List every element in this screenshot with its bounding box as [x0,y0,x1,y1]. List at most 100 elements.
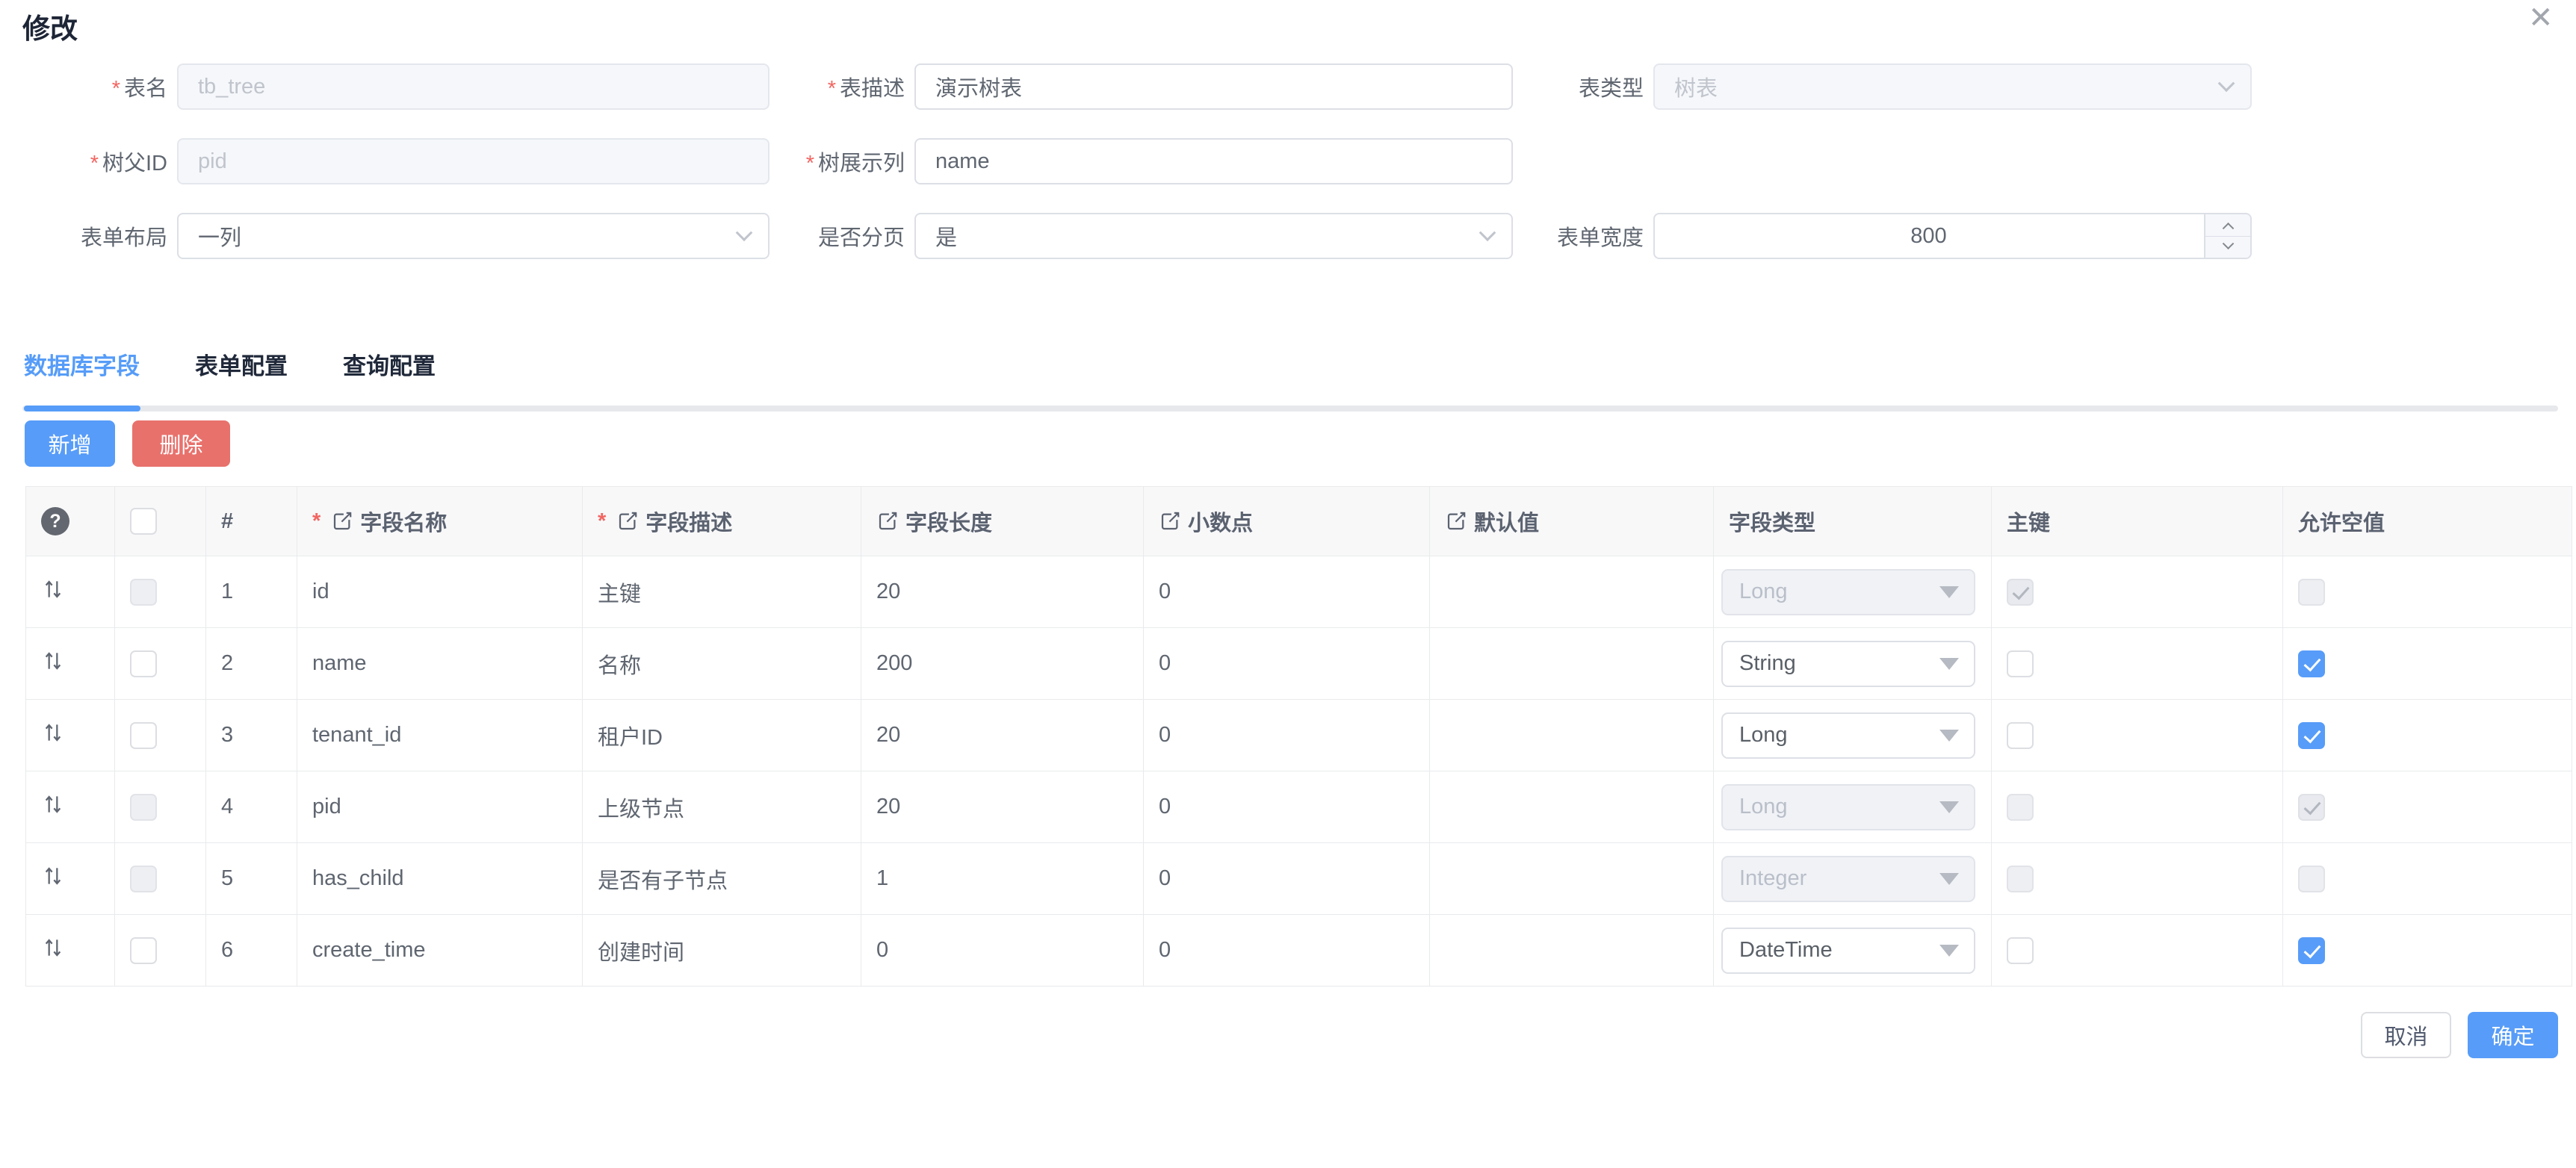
confirm-button[interactable]: 确定 [2468,1012,2558,1058]
field-length-cell[interactable]: 20 [861,771,1144,843]
field-name-cell[interactable]: id [297,556,583,628]
decrement-button[interactable] [2205,237,2250,258]
allow-null-checkbox[interactable] [2298,650,2325,677]
allow-null-checkbox[interactable] [2298,579,2325,606]
allow-null-checkbox[interactable] [2298,722,2325,749]
drag-handle-cell [26,771,115,843]
default-value-cell[interactable] [1430,771,1714,843]
default-value-cell[interactable] [1430,700,1714,771]
sort-handle-icon[interactable] [41,577,65,601]
field-desc-cell[interactable]: 租户ID [583,700,861,771]
pagination-select[interactable]: 是 [914,213,1513,259]
field-type-select[interactable]: Long [1721,712,1975,759]
decimal-cell[interactable]: 0 [1144,700,1430,771]
drag-handle-cell [26,915,115,987]
default-value-cell[interactable] [1430,915,1714,987]
sort-handle-icon[interactable] [41,936,65,960]
tab-database-fields[interactable]: 数据库字段 [24,347,140,381]
form-layout-select[interactable]: 一列 [177,213,770,259]
primary-key-checkbox[interactable] [2007,722,2034,749]
header-select-cell [115,487,206,556]
field-name-cell[interactable]: tenant_id [297,700,583,771]
field-type-cell: Long [1714,771,1992,843]
sort-handle-icon[interactable] [41,864,65,888]
table-row: 5 has_child 是否有子节点 1 0 Integer [26,843,2572,915]
increment-button[interactable] [2205,214,2250,237]
table-row: 2 name 名称 200 0 String [26,628,2572,700]
field-type-select[interactable]: String [1721,641,1975,687]
row-index: 5 [206,843,297,915]
field-desc-cell[interactable]: 名称 [583,628,861,700]
row-index: 3 [206,700,297,771]
pagination-label: 是否分页 [777,220,914,252]
decimal-cell[interactable]: 0 [1144,915,1430,987]
tab-form-config[interactable]: 表单配置 [195,347,288,381]
field-type-select[interactable]: Long [1721,784,1975,830]
table-name-label: *表名 [41,71,177,102]
primary-key-checkbox[interactable] [2007,650,2034,677]
field-name-cell[interactable]: create_time [297,915,583,987]
add-button[interactable]: 新增 [25,420,115,467]
table-desc-input[interactable] [914,63,1513,110]
field-type-select[interactable]: DateTime [1721,928,1975,974]
decimal-cell[interactable]: 0 [1144,771,1430,843]
form-width-input[interactable] [1653,213,2252,259]
allow-null-checkbox[interactable] [2298,794,2325,821]
primary-key-checkbox[interactable] [2007,794,2034,821]
select-all-checkbox[interactable] [130,508,157,535]
primary-key-cell [1992,700,2283,771]
sort-handle-icon[interactable] [41,792,65,816]
field-desc-cell[interactable]: 上级节点 [583,771,861,843]
table-name-input[interactable] [177,63,770,110]
caret-down-icon [1939,945,1959,957]
default-value-cell[interactable] [1430,843,1714,915]
tree-parent-input[interactable] [177,138,770,184]
field-length-cell[interactable]: 0 [861,915,1144,987]
row-select-checkbox[interactable] [130,866,157,892]
field-name-cell[interactable]: pid [297,771,583,843]
row-select-checkbox[interactable] [130,650,157,677]
field-name-cell[interactable]: has_child [297,843,583,915]
field-length-cell[interactable]: 20 [861,700,1144,771]
row-select-checkbox[interactable] [130,579,157,606]
sort-handle-icon[interactable] [41,721,65,745]
field-type-cell: String [1714,628,1992,700]
primary-key-checkbox[interactable] [2007,579,2034,606]
field-type-select[interactable]: Integer [1721,856,1975,902]
field-length-cell[interactable]: 200 [861,628,1144,700]
field-desc-cell[interactable]: 是否有子节点 [583,843,861,915]
cancel-button[interactable]: 取消 [2361,1012,2451,1058]
field-length-cell[interactable]: 20 [861,556,1144,628]
field-desc-cell[interactable]: 主键 [583,556,861,628]
tree-display-input[interactable] [914,138,1513,184]
field-length-cell[interactable]: 1 [861,843,1144,915]
row-select-cell [115,556,206,628]
field-type-select[interactable]: Long [1721,569,1975,615]
primary-key-checkbox[interactable] [2007,937,2034,964]
field-name-cell[interactable]: name [297,628,583,700]
row-select-checkbox[interactable] [130,794,157,821]
decimal-cell[interactable]: 0 [1144,628,1430,700]
row-select-checkbox[interactable] [130,937,157,964]
close-icon[interactable]: ✕ [2528,3,2554,33]
default-value-cell[interactable] [1430,628,1714,700]
table-type-select[interactable]: 树表 [1653,63,2252,110]
tab-query-config[interactable]: 查询配置 [343,347,436,381]
form-item-layout: 表单布局 一列 [41,213,770,259]
default-value-cell[interactable] [1430,556,1714,628]
sort-handle-icon[interactable] [41,649,65,673]
decimal-cell[interactable]: 0 [1144,843,1430,915]
field-desc-cell[interactable]: 创建时间 [583,915,861,987]
primary-key-checkbox[interactable] [2007,866,2034,892]
primary-key-cell [1992,771,2283,843]
allow-null-checkbox[interactable] [2298,937,2325,964]
delete-button[interactable]: 删除 [132,420,230,467]
fields-table: ? # *字段名称 *字段描述 字段长度 小数点 默认值 字段类型 主键 允许空… [25,486,2572,987]
table-row: 6 create_time 创建时间 0 0 DateTime [26,915,2572,987]
decimal-cell[interactable]: 0 [1144,556,1430,628]
header-decimal: 小数点 [1144,487,1430,556]
row-select-checkbox[interactable] [130,722,157,749]
form-width-number-input [1653,213,2252,259]
help-icon[interactable]: ? [41,507,69,535]
allow-null-checkbox[interactable] [2298,866,2325,892]
